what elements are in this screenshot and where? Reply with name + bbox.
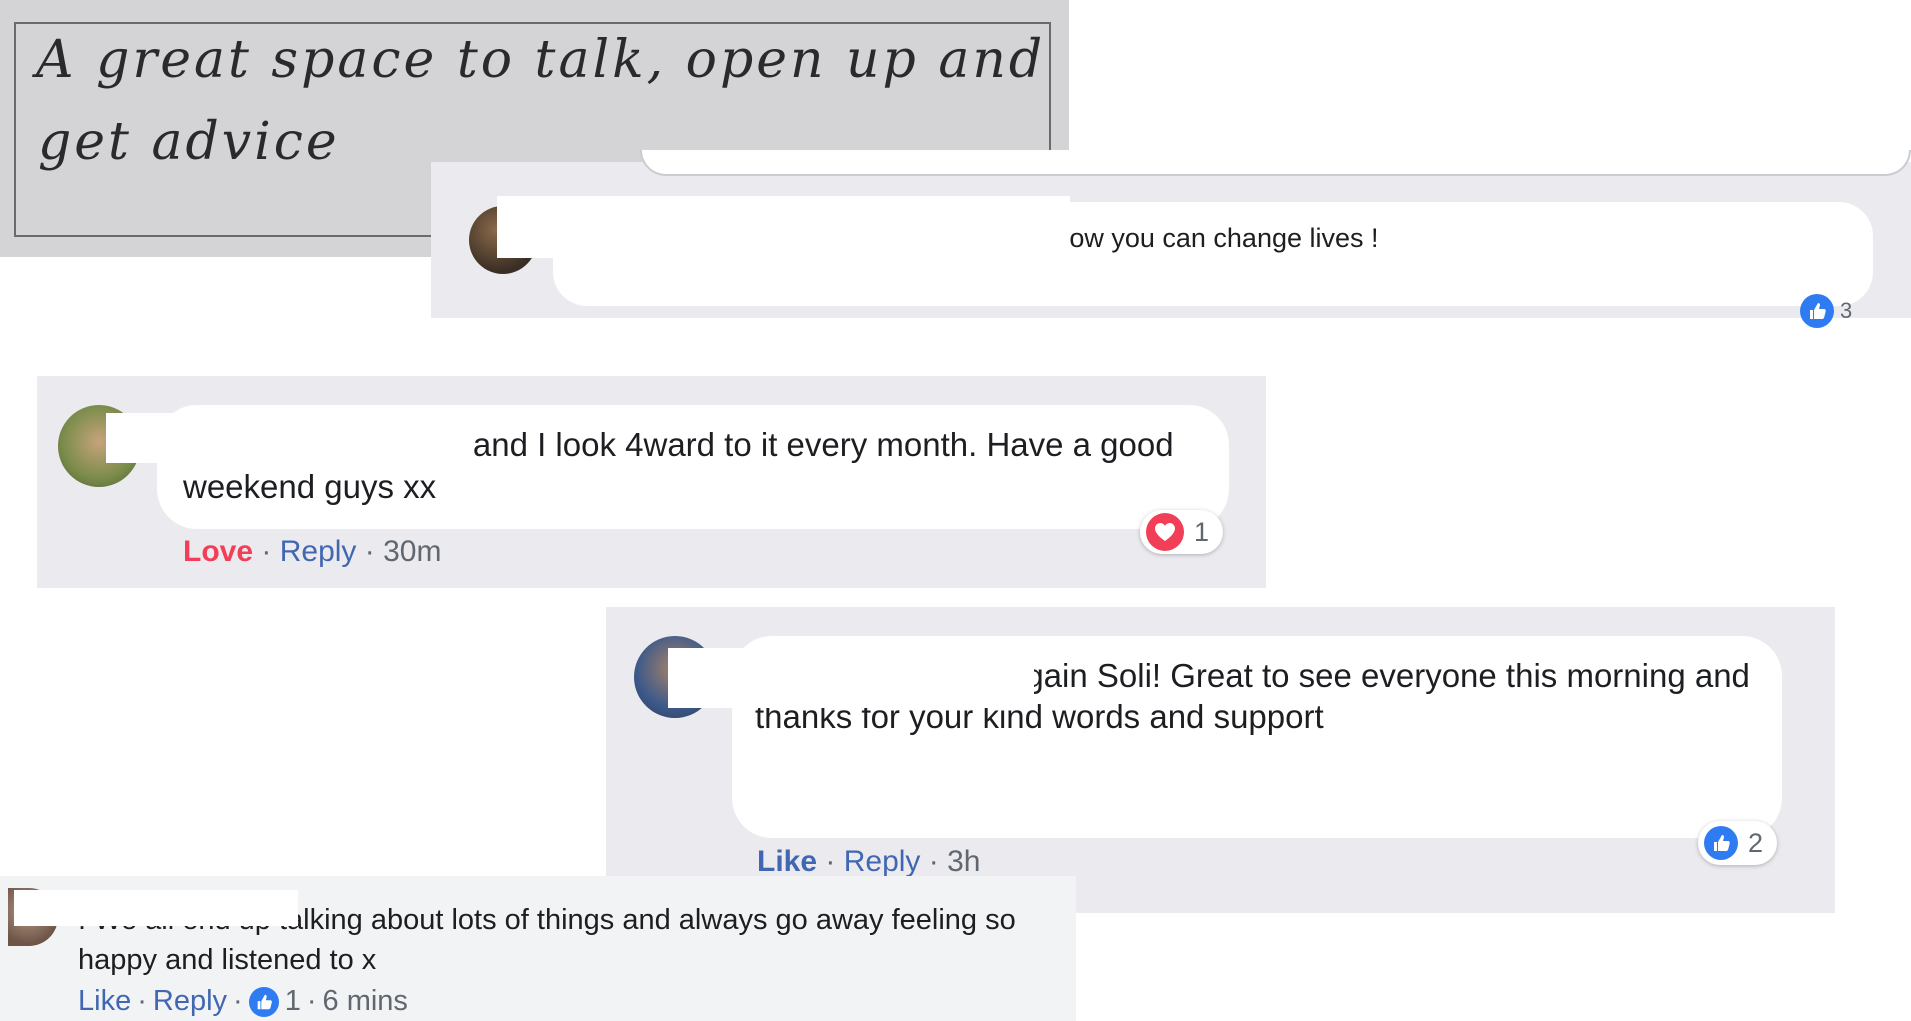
thumbs-up-icon[interactable]: [248, 986, 279, 1017]
comment-actions: Like · Reply · 3h: [757, 845, 980, 879]
like-button[interactable]: Like: [78, 985, 131, 1018]
separator: ·: [928, 845, 939, 878]
redacted-name: [106, 413, 466, 463]
separator: ·: [306, 985, 317, 1017]
separator: ·: [825, 845, 836, 878]
comment-actions: Like · Reply · 1 · 6 mins: [78, 985, 408, 1018]
like-button[interactable]: Like: [757, 845, 817, 878]
timestamp[interactable]: 30m: [383, 535, 441, 568]
heart-icon: [1146, 513, 1184, 551]
reaction-count: 1: [284, 985, 301, 1017]
timestamp[interactable]: 3h: [947, 845, 980, 878]
timestamp[interactable]: 6 mins: [323, 985, 408, 1018]
handwritten-line-1: A great space to talk, open up and: [36, 30, 1046, 90]
separator: ·: [137, 985, 147, 1017]
reaction-summary[interactable]: 2: [1698, 821, 1778, 865]
reaction-count: 3: [1840, 298, 1853, 323]
redacted-name: [14, 890, 298, 926]
separator: ·: [364, 535, 375, 568]
reply-button[interactable]: Reply: [153, 985, 227, 1018]
reply-button[interactable]: Reply: [844, 845, 921, 878]
thumbs-up-icon: [1704, 826, 1738, 860]
love-button[interactable]: Love: [183, 535, 253, 568]
comment-actions: Love · Reply · 30m: [183, 535, 441, 569]
reaction-count: 1: [1194, 516, 1210, 547]
thumbs-up-icon: [1800, 294, 1834, 328]
reaction-summary[interactable]: 3: [1800, 294, 1852, 328]
separator: ·: [233, 985, 243, 1017]
previous-comment-edge: [640, 150, 1911, 176]
reaction-summary[interactable]: 1: [1140, 510, 1224, 554]
redacted-name: [668, 648, 1034, 708]
handwritten-line-2: get advice: [38, 112, 340, 172]
reaction-count: 2: [1748, 827, 1764, 858]
redacted-name: [497, 196, 1070, 258]
separator: ·: [261, 535, 272, 568]
reply-button[interactable]: Reply: [280, 535, 357, 568]
